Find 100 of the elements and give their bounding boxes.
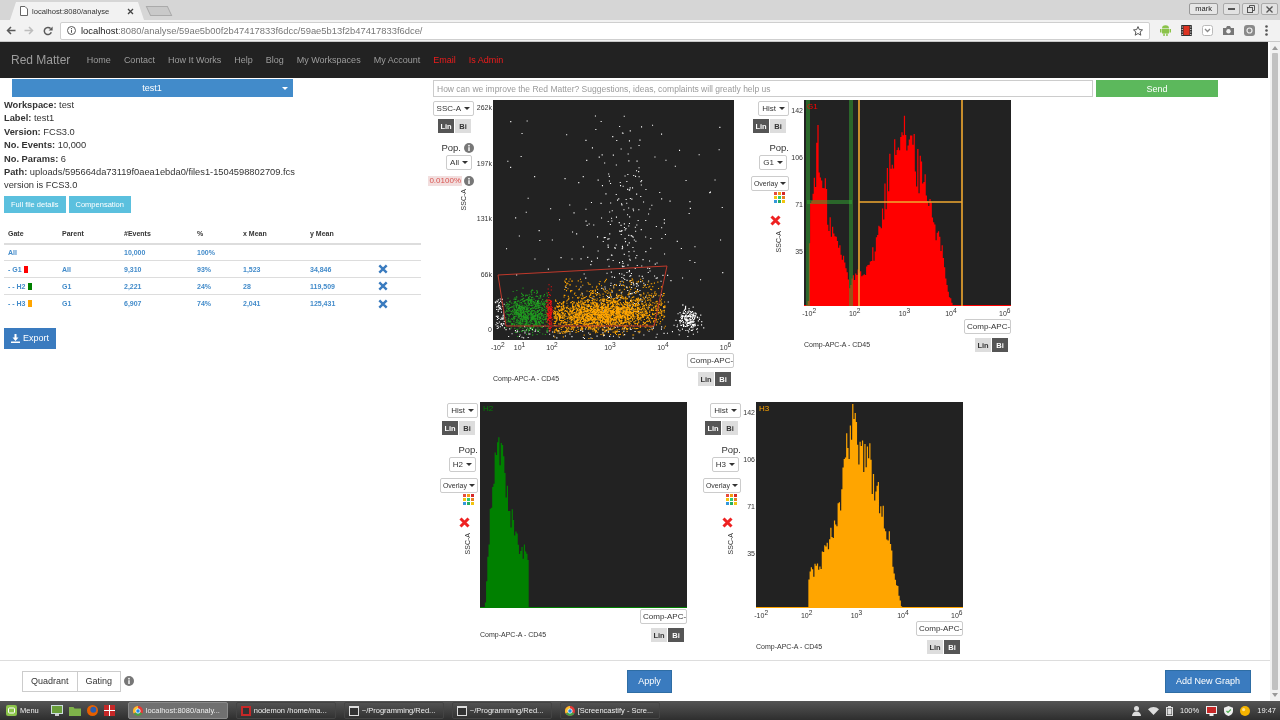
address-field[interactable]: localhost:8080/analyse/59ae5b00f2b47417833f6dcc/59ae5b13f2b47417833f6dce/ <box>60 21 1150 40</box>
plot-title: G1 <box>807 102 818 111</box>
caret-icon <box>729 463 735 466</box>
round-logo-icon <box>132 705 143 716</box>
restore-button[interactable] <box>1242 3 1259 15</box>
color-grid-icon[interactable] <box>774 192 785 203</box>
mode-button[interactable]: Gating <box>76 670 122 692</box>
file-dropdown[interactable]: test1 <box>12 79 293 97</box>
cross-icon[interactable] <box>378 281 388 292</box>
ring-icon[interactable] <box>1244 25 1255 36</box>
file-info-line: Path: uploads/595664da73119f0aea1ebda0/files1-1504598802709.fcs <box>4 166 295 180</box>
globe-icon[interactable] <box>86 705 98 716</box>
camera-icon[interactable] <box>1223 26 1234 35</box>
nav-link[interactable]: Help <box>227 55 260 65</box>
cross-icon[interactable] <box>378 264 388 275</box>
axis-dropdown[interactable]: Comp-APC- <box>687 353 734 368</box>
population-dropdown[interactable]: G1 <box>759 155 787 170</box>
population-dropdown[interactable]: All <box>446 155 472 170</box>
reload-icon[interactable] <box>43 25 53 36</box>
cross-icon[interactable] <box>459 517 470 528</box>
caret-icon <box>779 107 785 110</box>
axis-dropdown[interactable]: Comp-APC- <box>640 609 687 624</box>
axis-dropdown[interactable]: Hist <box>710 403 741 418</box>
population-label: Pop. <box>458 444 478 455</box>
star-icon[interactable] <box>1133 25 1143 36</box>
minimize-button[interactable] <box>1223 3 1240 15</box>
back-arrow-icon[interactable] <box>6 26 16 35</box>
round-logo-icon <box>564 705 575 716</box>
download-icon <box>11 333 20 343</box>
info-icon[interactable] <box>464 142 474 153</box>
minimize-icon <box>1228 8 1235 10</box>
apply-button[interactable]: Apply <box>627 669 672 693</box>
chevron-icon[interactable] <box>1202 25 1213 36</box>
brand-link[interactable]: Red Matter <box>11 53 71 67</box>
feedback-field[interactable]: How can we improve the Red Matter? Suggestions, ideas, complaints will greatly help us <box>433 80 1093 97</box>
file-info-line: Version: FCS3.0 <box>4 125 75 139</box>
close-button[interactable] <box>1261 3 1278 15</box>
nav-link[interactable]: Home <box>80 55 118 65</box>
plot-title: H3 <box>759 404 770 413</box>
color-grid-icon[interactable] <box>726 494 737 505</box>
window-icon <box>456 705 467 716</box>
menu-icon[interactable] <box>1265 25 1268 36</box>
file-info-line: No. Params: 6 <box>4 152 67 166</box>
film-icon[interactable] <box>1181 25 1192 36</box>
window-icon <box>348 705 359 716</box>
caret-icon <box>282 86 288 90</box>
grid-icon[interactable] <box>103 705 115 716</box>
cross-icon[interactable] <box>770 215 781 226</box>
folder-icon[interactable] <box>68 705 81 716</box>
axis-dropdown[interactable]: SSC-A <box>432 101 474 116</box>
scrollbar[interactable] <box>1270 42 1280 701</box>
population-label: Pop. <box>769 142 789 153</box>
file-info-line: Workspace: test <box>4 99 75 112</box>
shield-icon[interactable] <box>1224 705 1234 716</box>
restore-icon <box>1246 5 1255 13</box>
cross-icon[interactable] <box>378 298 388 309</box>
nav-link[interactable]: How It Works <box>161 55 228 65</box>
close-icon[interactable] <box>127 7 134 15</box>
logo-icon <box>6 705 17 716</box>
file-info-line: No. Events: 10,000 <box>4 139 87 153</box>
person-icon[interactable] <box>1132 705 1142 716</box>
percentage-label: 0.0100% <box>428 176 462 186</box>
file-info-line: version is FCS3.0 <box>4 179 78 193</box>
nav-link[interactable]: Contact <box>117 55 162 65</box>
nav-link[interactable]: Email <box>426 55 463 65</box>
window-icon <box>240 705 251 716</box>
axis-dropdown[interactable]: Hist <box>447 403 478 418</box>
monitor-icon[interactable] <box>50 705 63 716</box>
battery-icon[interactable] <box>1166 705 1174 716</box>
population-label: Pop. <box>721 444 741 455</box>
nav-link[interactable]: Is Admin <box>462 55 510 65</box>
close-icon <box>1266 5 1273 13</box>
axis-dropdown[interactable]: Comp-APC- <box>916 621 963 636</box>
wifi-icon[interactable] <box>1148 706 1160 715</box>
axis-dropdown[interactable]: Hist <box>758 101 789 116</box>
caret-icon <box>468 409 474 412</box>
population-dropdown[interactable]: H3 <box>711 457 739 472</box>
caret-icon <box>462 161 468 164</box>
nav-link[interactable]: Blog <box>259 55 291 65</box>
plot-title: H2 <box>483 404 494 413</box>
info-icon[interactable] <box>464 176 474 186</box>
nav-link[interactable]: My Workspaces <box>290 55 368 65</box>
mode-button[interactable]: Quadrant <box>22 670 78 692</box>
info-icon[interactable] <box>67 26 76 35</box>
cross-icon[interactable] <box>722 517 733 528</box>
caret-icon <box>466 463 472 466</box>
color-grid-icon[interactable] <box>463 494 474 505</box>
nav-link[interactable]: My Account <box>367 55 427 65</box>
export-button[interactable]: Export <box>4 327 56 349</box>
caret-icon <box>464 107 470 110</box>
scrollbar-thumb[interactable] <box>1272 53 1278 690</box>
monitor-icon[interactable] <box>1206 705 1218 716</box>
orb-icon[interactable] <box>1240 705 1251 716</box>
info-icon[interactable] <box>124 676 135 686</box>
caret-icon <box>469 484 475 487</box>
file-info-line: Label: test1 <box>4 112 55 126</box>
add-graph-button[interactable]: Add New Graph <box>1164 669 1251 693</box>
caret-icon <box>731 409 737 412</box>
population-dropdown[interactable]: H2 <box>448 457 476 472</box>
axis-dropdown[interactable]: Comp-APC- <box>964 319 1011 334</box>
